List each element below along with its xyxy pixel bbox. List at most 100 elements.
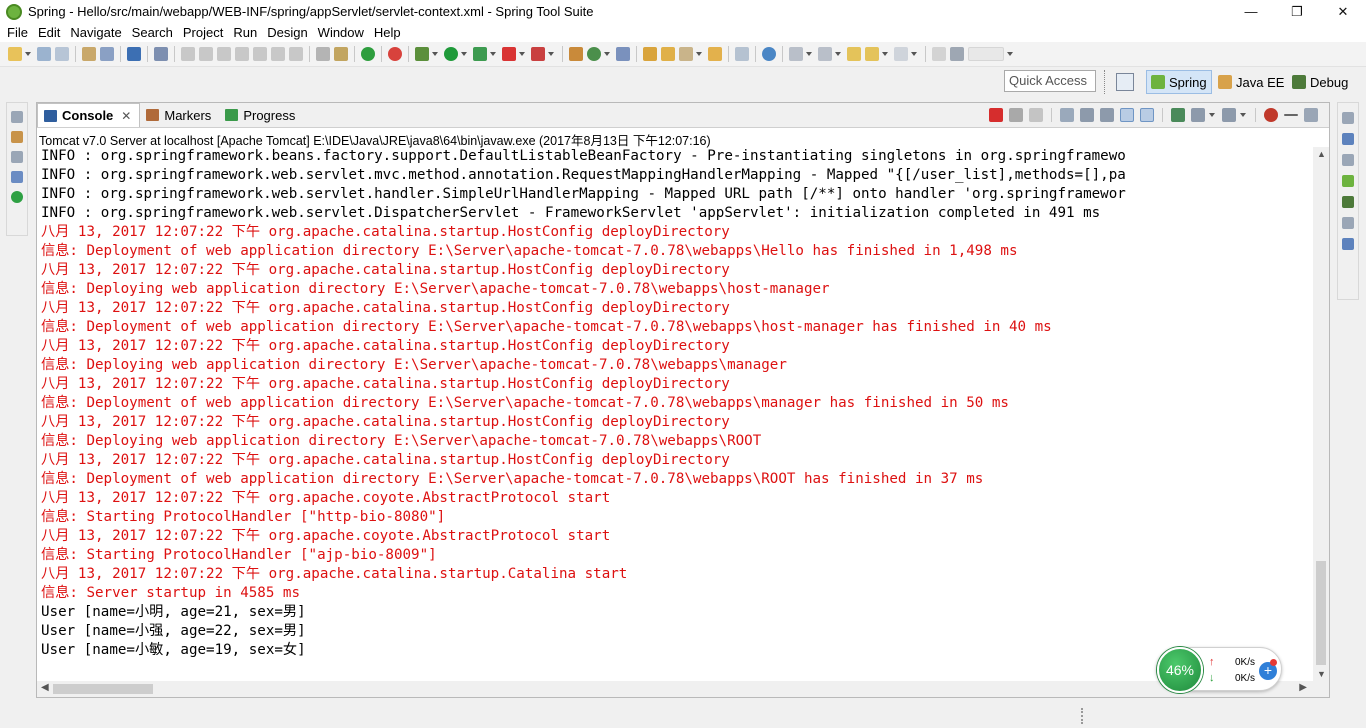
open-type-icon[interactable] (643, 47, 657, 61)
scroll-left-icon[interactable]: ◀ (41, 682, 49, 693)
skip-breakpoints-icon[interactable] (154, 47, 168, 61)
step-into-icon[interactable] (253, 47, 267, 61)
restore-icon[interactable] (11, 111, 23, 123)
quick-access-input[interactable]: Quick Access (1004, 70, 1096, 92)
next-annotation-dropdown-icon[interactable] (806, 52, 812, 56)
open-perspective-icon[interactable] (1116, 73, 1134, 91)
external-tools-dropdown-icon[interactable] (548, 52, 554, 56)
scroll-lock-icon[interactable] (1080, 108, 1094, 122)
new-icon[interactable] (8, 47, 22, 61)
back-icon[interactable] (865, 47, 879, 61)
new-java-project-icon[interactable] (569, 47, 583, 61)
coverage-icon[interactable] (473, 47, 487, 61)
new-dropdown-icon[interactable] (25, 52, 31, 56)
display-console-dropdown-icon[interactable] (1209, 113, 1215, 117)
new-class-dropdown-icon[interactable] (604, 52, 610, 56)
search-icon[interactable] (679, 47, 693, 61)
debug-dropdown-icon[interactable] (432, 52, 438, 56)
terminate-icon[interactable] (217, 47, 231, 61)
properties-icon[interactable] (1342, 238, 1354, 250)
menu-file[interactable]: File (2, 25, 33, 40)
previous-annotation-icon[interactable] (818, 47, 832, 61)
menu-navigate[interactable]: Navigate (65, 25, 126, 40)
package-explorer-icon[interactable] (11, 131, 23, 143)
menu-project[interactable]: Project (178, 25, 228, 40)
new-package-icon[interactable] (616, 47, 630, 61)
stop-icon[interactable] (502, 47, 516, 61)
save-all-icon[interactable] (55, 47, 69, 61)
suspend-icon[interactable] (199, 47, 213, 61)
menu-run[interactable]: Run (228, 25, 262, 40)
show-on-stdout-icon[interactable] (1120, 108, 1134, 122)
scroll-up-icon[interactable]: ▲ (1317, 149, 1326, 159)
console-output[interactable]: INFO : org.springframework.beans.factory… (37, 147, 1313, 681)
vertical-scrollbar[interactable]: ▲ ▼ (1313, 147, 1329, 681)
format-icon[interactable] (316, 47, 330, 61)
back-dropdown-icon[interactable] (882, 52, 888, 56)
open-task-icon[interactable] (708, 47, 722, 61)
menu-edit[interactable]: Edit (33, 25, 65, 40)
network-monitor-widget[interactable]: 46% ↑ 0K/s ↓ 0K/s + (1156, 647, 1282, 693)
spring-explorer-icon[interactable] (1342, 175, 1354, 187)
close-button[interactable]: ✕ (1320, 0, 1366, 23)
grid-icon[interactable] (950, 47, 964, 61)
spring-dashboard-icon[interactable] (388, 47, 402, 61)
servers-icon[interactable] (11, 171, 23, 183)
task-list-icon[interactable] (1342, 196, 1354, 208)
maximize-button[interactable]: ❐ (1274, 0, 1320, 23)
terminate-icon[interactable] (989, 108, 1003, 122)
display-selected-console-icon[interactable] (1191, 108, 1205, 122)
remove-launch-icon[interactable] (1009, 108, 1023, 122)
print-icon[interactable] (100, 47, 114, 61)
open-console-dropdown-icon[interactable] (1240, 113, 1246, 117)
zoom-dropdown-icon[interactable] (1007, 52, 1013, 56)
new-class-icon[interactable] (587, 47, 601, 61)
perspective-spring[interactable]: Spring (1146, 70, 1212, 94)
close-tab-icon[interactable]: ✕ (121, 109, 131, 123)
debug-icon[interactable] (415, 47, 429, 61)
console-toggle-icon[interactable] (127, 47, 141, 61)
next-annotation-icon[interactable] (789, 47, 803, 61)
restore-icon[interactable] (1342, 112, 1354, 124)
horizontal-scrollbar[interactable]: ◀ ▶ (37, 681, 1329, 697)
step-return-icon[interactable] (289, 47, 303, 61)
zoom-combo[interactable] (968, 47, 1004, 61)
stop-dropdown-icon[interactable] (519, 52, 525, 56)
forward-dropdown-icon[interactable] (911, 52, 917, 56)
build-icon[interactable] (82, 47, 96, 61)
disconnect-icon[interactable] (235, 47, 249, 61)
last-edit-icon[interactable] (847, 47, 861, 61)
restore-icon[interactable] (1342, 217, 1354, 229)
status-bar-grip[interactable] (1081, 708, 1084, 724)
perspective-debug[interactable]: Debug (1288, 70, 1352, 94)
forward-icon[interactable] (894, 47, 908, 61)
open-resource-icon[interactable] (661, 47, 675, 61)
step-over-icon[interactable] (271, 47, 285, 61)
refactor-icon[interactable] (334, 47, 348, 61)
remove-all-terminated-icon[interactable] (1029, 108, 1043, 122)
menu-window[interactable]: Window (313, 25, 369, 40)
menu-help[interactable]: Help (369, 25, 406, 40)
maximize-view-icon[interactable] (1304, 108, 1318, 122)
web-browser-icon[interactable] (762, 47, 776, 61)
horizontal-scroll-thumb[interactable] (53, 684, 153, 694)
pin-editor-icon[interactable] (932, 47, 946, 61)
tab-progress[interactable]: Progress (219, 103, 303, 127)
clear-console-icon[interactable] (1060, 108, 1074, 122)
tab-markers[interactable]: Markers (140, 103, 219, 127)
restore-icon[interactable] (11, 151, 23, 163)
coverage-dropdown-icon[interactable] (490, 52, 496, 56)
scroll-right-icon[interactable]: ▶ (1299, 682, 1307, 693)
start-server-icon[interactable] (361, 47, 375, 61)
scroll-down-icon[interactable]: ▼ (1317, 669, 1326, 679)
boot-dashboard-icon[interactable] (11, 191, 23, 203)
menu-search[interactable]: Search (127, 25, 178, 40)
show-error-icon[interactable] (1264, 108, 1278, 122)
save-icon[interactable] (37, 47, 51, 61)
open-console-icon[interactable] (1222, 108, 1236, 122)
perspective-java-ee[interactable]: Java EE (1214, 70, 1288, 94)
external-tools-icon[interactable] (531, 47, 545, 61)
vertical-scroll-thumb[interactable] (1316, 561, 1326, 665)
word-wrap-icon[interactable] (1100, 108, 1114, 122)
previous-annotation-dropdown-icon[interactable] (835, 52, 841, 56)
